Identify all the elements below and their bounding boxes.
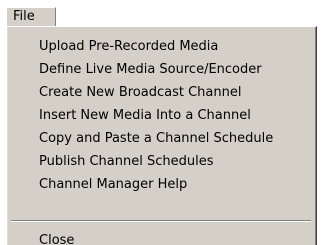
menu-item-copy-paste-schedule[interactable]: Copy and Paste a Channel Schedule: [39, 129, 273, 149]
menu-separator: [11, 220, 311, 222]
file-dropdown-menu: Upload Pre-Recorded Media Define Live Me…: [6, 26, 317, 245]
menu-file[interactable]: File: [6, 7, 56, 27]
menu-file-label: File: [13, 9, 35, 24]
menu-item-define-live-media-source[interactable]: Define Live Media Source/Encoder: [39, 60, 262, 80]
menu-item-close[interactable]: Close: [39, 231, 74, 245]
menu-item-publish-channel-schedules[interactable]: Publish Channel Schedules: [39, 152, 213, 172]
menu-item-insert-new-media[interactable]: Insert New Media Into a Channel: [39, 106, 251, 126]
menu-item-channel-manager-help[interactable]: Channel Manager Help: [39, 175, 187, 195]
menu-item-upload-pre-recorded-media[interactable]: Upload Pre-Recorded Media: [39, 37, 218, 57]
menu-item-create-new-broadcast-channel[interactable]: Create New Broadcast Channel: [39, 83, 241, 103]
menu-screen: File Upload Pre-Recorded Media Define Li…: [0, 0, 325, 245]
